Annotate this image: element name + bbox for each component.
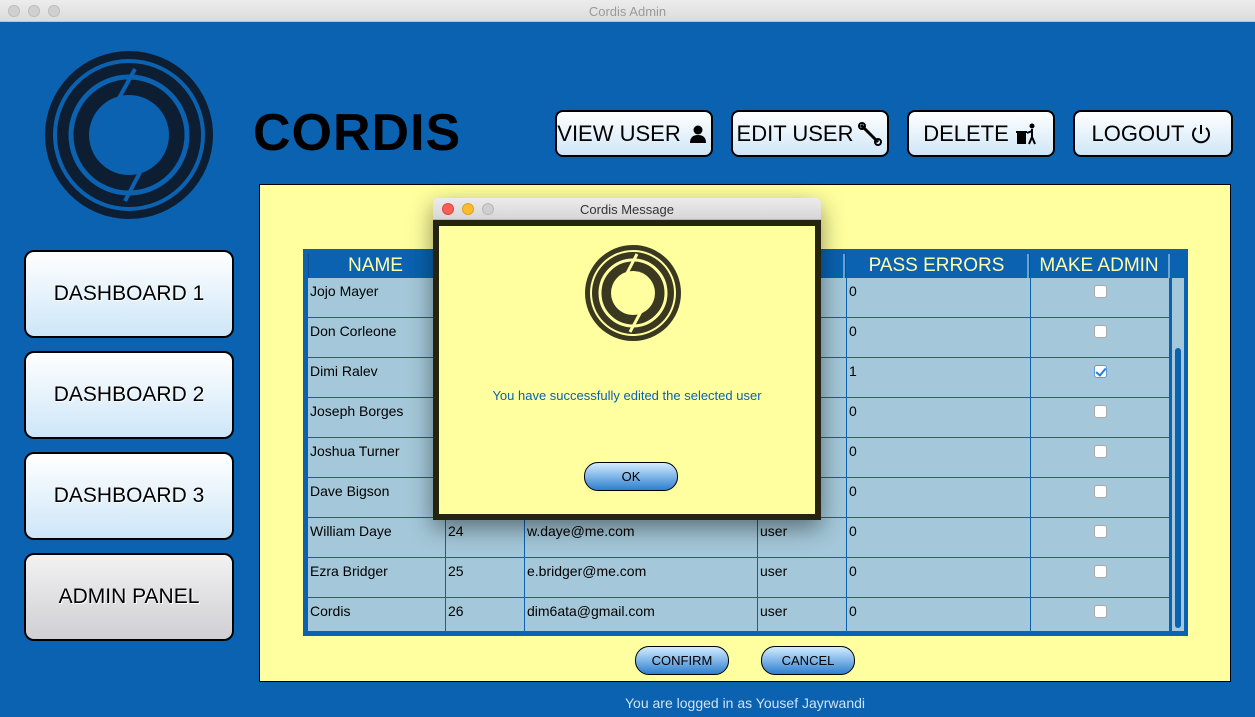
delete-button[interactable]: DELETE — [907, 110, 1055, 157]
cell-make-admin — [1031, 358, 1170, 398]
cell-pass-errors: 0 — [847, 318, 1031, 358]
cell-make-admin — [1031, 278, 1170, 318]
brand-title: CORDIS — [253, 104, 462, 162]
make-admin-checkbox[interactable] — [1093, 605, 1107, 618]
ok-button[interactable]: OK — [584, 462, 678, 491]
cell-name: Jojo Mayer — [308, 278, 446, 318]
cell-make-admin — [1031, 518, 1170, 558]
cell-name: Joseph Borges — [308, 398, 446, 438]
column-header-make-admin[interactable]: MAKE ADMIN — [1029, 254, 1170, 278]
cell-name: Joshua Turner — [308, 438, 446, 478]
cell-name: Dimi Ralev — [308, 358, 446, 398]
cell-id: 25 — [446, 558, 525, 598]
cell-name: William Daye — [308, 518, 446, 558]
cell-make-admin — [1031, 478, 1170, 518]
table-scrollbar[interactable] — [1172, 278, 1184, 631]
cell-status: user — [758, 518, 847, 558]
make-admin-checkbox[interactable] — [1093, 445, 1107, 458]
dialog-message: You have successfully edited the selecte… — [492, 388, 762, 403]
cell-make-admin — [1031, 438, 1170, 478]
cell-email: w.daye@me.com — [525, 518, 758, 558]
column-header-pass-errors[interactable]: PASS ERRORS — [845, 254, 1029, 278]
make-admin-checkbox[interactable] — [1093, 325, 1107, 338]
cancel-button[interactable]: CANCEL — [761, 646, 855, 675]
table-row[interactable]: Ezra Bridger 25 e.bridger@me.com user 0 — [308, 558, 1170, 598]
dialog-body: You have successfully edited the selecte… — [433, 220, 821, 520]
power-icon — [1188, 121, 1214, 147]
dialog-titlebar: Cordis Message — [433, 198, 821, 220]
cell-status: user — [758, 598, 847, 631]
cell-pass-errors: 1 — [847, 358, 1031, 398]
sidebar-item-admin-panel[interactable]: ADMIN PANEL — [24, 553, 234, 641]
table-scrollbar-thumb[interactable] — [1175, 348, 1181, 628]
delete-label: DELETE — [923, 120, 1009, 146]
make-admin-checkbox[interactable] — [1093, 405, 1107, 418]
sidebar-item-dashboard-2[interactable]: DASHBOARD 2 — [24, 351, 234, 439]
wrench-icon — [857, 121, 883, 147]
cell-name: Don Corleone — [308, 318, 446, 358]
window-titlebar: Cordis Admin — [0, 0, 1255, 22]
trash-icon — [1013, 121, 1039, 147]
cell-make-admin — [1031, 558, 1170, 598]
cell-name: Ezra Bridger — [308, 558, 446, 598]
cell-make-admin — [1031, 398, 1170, 438]
make-admin-checkbox[interactable] — [1093, 565, 1107, 578]
window-title: Cordis Admin — [588, 4, 667, 19]
logout-button[interactable]: LOGOUT — [1073, 110, 1233, 157]
confirm-button[interactable]: CONFIRM — [635, 646, 729, 675]
login-status: You are logged in as Yousef Jayrwandi — [625, 695, 865, 711]
cell-make-admin — [1031, 598, 1170, 631]
message-dialog: Cordis Message You have successfully edi… — [433, 198, 821, 520]
cell-pass-errors: 0 — [847, 598, 1031, 631]
cell-id: 26 — [446, 598, 525, 631]
sidebar-item-dashboard-1[interactable]: DASHBOARD 1 — [24, 250, 234, 338]
cell-pass-errors: 0 — [847, 518, 1031, 558]
cell-email: e.bridger@me.com — [525, 558, 758, 598]
edit-user-button[interactable]: EDIT USER — [731, 110, 889, 157]
cell-pass-errors: 0 — [847, 558, 1031, 598]
user-icon — [685, 121, 711, 147]
table-row[interactable]: William Daye 24 w.daye@me.com user 0 — [308, 518, 1170, 558]
cell-pass-errors: 0 — [847, 478, 1031, 518]
make-admin-checkbox[interactable] — [1093, 285, 1107, 298]
make-admin-checkbox[interactable] — [1093, 365, 1107, 378]
cell-id: 24 — [446, 518, 525, 558]
table-row[interactable]: Cordis 26 dim6ata@gmail.com user 0 — [308, 598, 1170, 631]
cell-pass-errors: 0 — [847, 278, 1031, 318]
logout-label: LOGOUT — [1091, 120, 1185, 146]
cordis-logo-icon — [585, 245, 681, 341]
make-admin-checkbox[interactable] — [1093, 525, 1107, 538]
cordis-logo-icon — [45, 51, 213, 219]
cell-email: dim6ata@gmail.com — [525, 598, 758, 631]
cell-pass-errors: 0 — [847, 438, 1031, 478]
sidebar-item-dashboard-3[interactable]: DASHBOARD 3 — [24, 452, 234, 540]
dialog-title: Cordis Message — [580, 202, 674, 217]
edit-user-label: EDIT USER — [736, 120, 854, 146]
make-admin-checkbox[interactable] — [1093, 485, 1107, 498]
cell-pass-errors: 0 — [847, 398, 1031, 438]
column-header-name[interactable]: NAME — [308, 254, 444, 278]
view-user-label: VIEW USER — [557, 120, 681, 146]
cell-status: user — [758, 558, 847, 598]
cell-name: Dave Bigson — [308, 478, 446, 518]
cell-make-admin — [1031, 318, 1170, 358]
cell-name: Cordis — [308, 598, 446, 631]
view-user-button[interactable]: VIEW USER — [555, 110, 713, 157]
